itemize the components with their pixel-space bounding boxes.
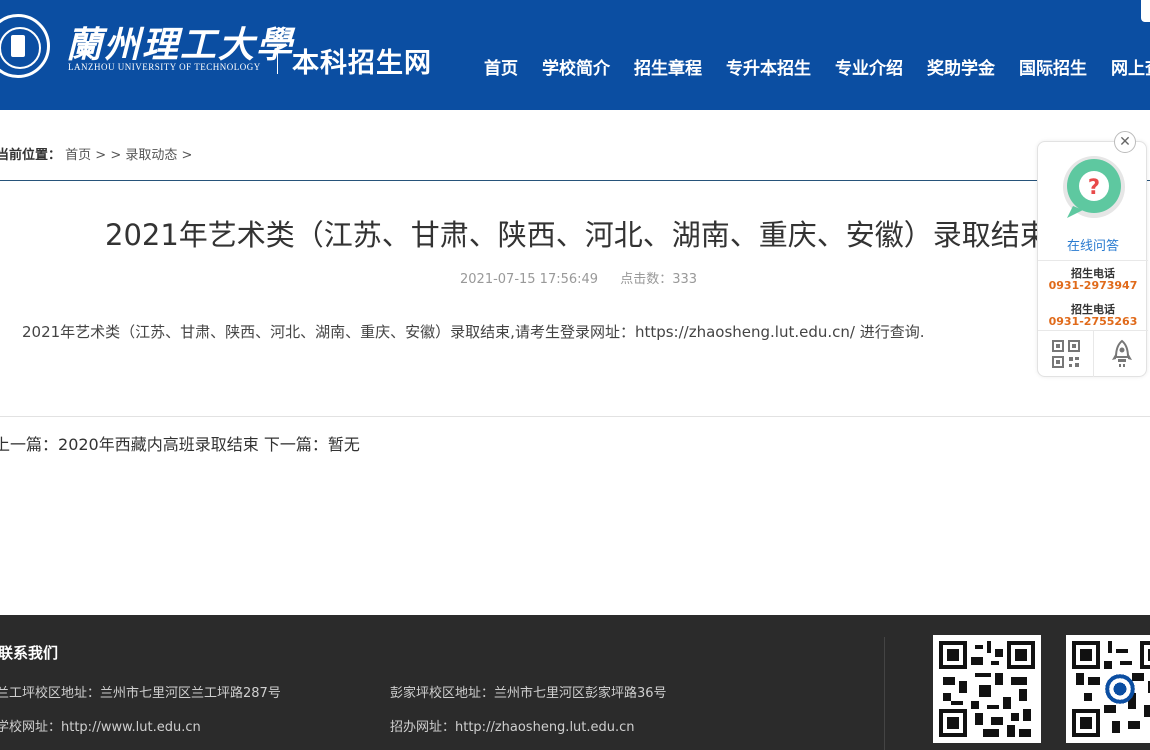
university-logo-text[interactable]: 蘭州理工大學 [66, 16, 294, 68]
prev-article-link[interactable]: 2020年西藏内高班录取结束 [58, 435, 259, 454]
footer-title: 联系我们 [0, 644, 59, 662]
breadcrumb-label: 当前位置： [0, 148, 62, 163]
site-header: 蘭州理工大學 LANZHOU UNIVERSITY OF TECHNOLOGY … [0, 0, 1150, 110]
article-meta: 2021-07-15 17:56:49 点击数：333 [460, 268, 715, 287]
side-divider [1038, 260, 1148, 261]
side-icon-row [1038, 330, 1148, 377]
breadcrumb-divider [0, 180, 1150, 181]
wechat-qr-code-1 [933, 635, 1041, 743]
site-footer: 联系我们 兰工坪校区地址：兰州市七里河区兰工坪路287号 彭家坪校区地址：兰州市… [0, 615, 1150, 750]
question-bubble-icon[interactable]: ? [1059, 156, 1129, 222]
logo-divider [277, 44, 278, 74]
article-divider [0, 416, 1150, 417]
nav-item-scholarships[interactable]: 奖助学金 [927, 54, 995, 79]
breadcrumb: 当前位置： 首页 > > 录取动态 > [0, 144, 192, 163]
breadcrumb-separator: > > [91, 148, 126, 163]
qr-code-icon [939, 641, 1035, 737]
header-corner-tab [1141, 0, 1150, 22]
next-article-text: 暂无 [327, 435, 360, 454]
site-name[interactable]: 本科招生网 [292, 41, 432, 80]
qr-code-icon [1072, 641, 1150, 737]
breadcrumb-section-link[interactable]: 录取动态 [125, 148, 177, 163]
back-to-top-rocket-icon[interactable] [1107, 339, 1137, 369]
phone-number-1: 0931-2973947 [1048, 279, 1138, 292]
nav-item-international[interactable]: 国际招生 [1019, 54, 1087, 79]
footer-divider [884, 637, 885, 750]
prev-label: 上一篇： [0, 435, 59, 454]
breadcrumb-separator: > [177, 148, 193, 163]
nav-item-school-intro[interactable]: 学校简介 [542, 54, 610, 79]
breadcrumb-home-link[interactable]: 首页 [65, 148, 91, 163]
nav-item-majors[interactable]: 专业介绍 [835, 54, 903, 79]
svg-text:?: ? [1088, 175, 1100, 199]
article-body: 2021年艺术类（江苏、甘肃、陕西、河北、湖南、重庆、安徽）录取结束,请考生登录… [22, 323, 925, 341]
campus1-address: 兰工坪校区地址：兰州市七里河区兰工坪路287号 [0, 686, 281, 701]
side-widget-close-button[interactable]: ✕ [1114, 131, 1136, 153]
contact-side-widget: ? 在线问答 招生电话 0931-2973947 招生电话 0931-27552… [1037, 141, 1148, 377]
school-website[interactable]: 学校网址：http://www.lut.edu.cn [0, 716, 201, 735]
online-qa-link[interactable]: 在线问答 [1038, 235, 1148, 254]
article-title: 2021年艺术类（江苏、甘肃、陕西、河北、湖南、重庆、安徽）录取结束 [105, 218, 1049, 252]
nav-item-upgrade-admission[interactable]: 专升本招生 [726, 54, 811, 79]
article-date: 2021-07-15 17:56:49 [460, 272, 599, 287]
phone-number-2: 0931-2755263 [1048, 315, 1138, 328]
prev-next-nav: 上一篇：2020年西藏内高班录取结束 下一篇：暂无 [0, 431, 360, 455]
campus2-address: 彭家坪校区地址：兰州市七里河区彭家坪路36号 [390, 686, 667, 701]
university-logo-english: LANZHOU UNIVERSITY OF TECHNOLOGY [68, 62, 261, 72]
university-seal-logo[interactable] [0, 14, 50, 78]
nav-item-home[interactable]: 首页 [484, 54, 518, 79]
side-icon-divider [1093, 330, 1094, 377]
wechat-qr-code-2 [1066, 635, 1150, 743]
nav-item-admission-rules[interactable]: 招生章程 [634, 54, 702, 79]
admission-website[interactable]: 招办网址：http://zhaosheng.lut.edu.cn [390, 716, 635, 735]
article-hits: 点击数：333 [620, 272, 698, 287]
next-label: 下一篇： [263, 435, 328, 454]
nav-item-online-query[interactable]: 网上查 [1111, 54, 1150, 79]
qr-code-icon[interactable] [1051, 339, 1081, 369]
